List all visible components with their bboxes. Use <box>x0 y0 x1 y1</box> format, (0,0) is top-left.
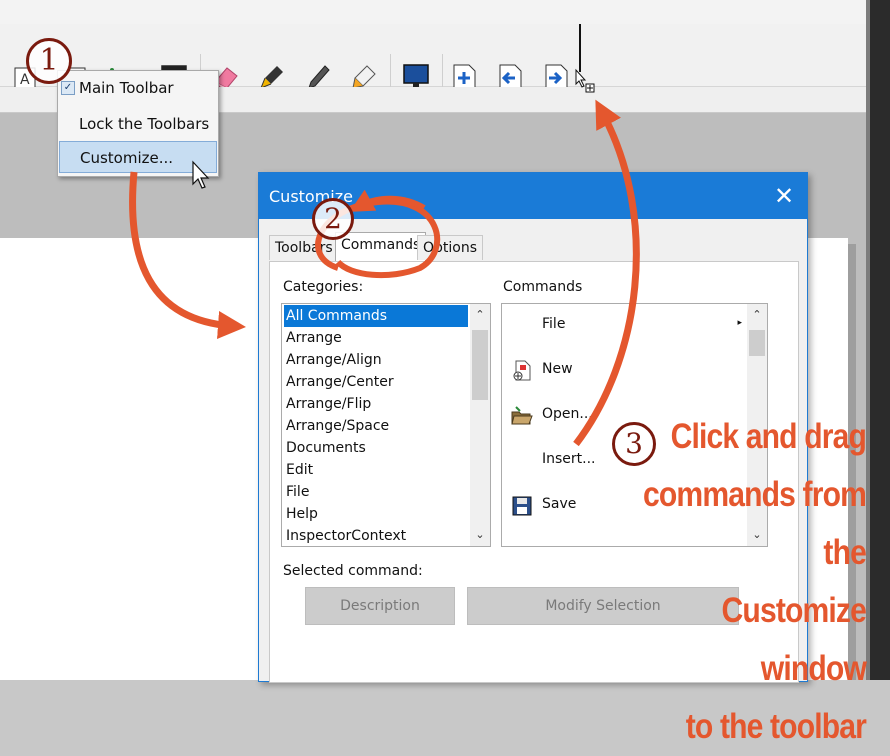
instruction-line: commands from the <box>643 475 867 572</box>
list-item[interactable]: Help <box>284 503 468 525</box>
command-label: Insert... <box>542 451 596 467</box>
commands-label: Commands <box>503 279 583 295</box>
checkmark-icon: ✓ <box>61 81 75 95</box>
instruction-line: Click and drag <box>670 417 867 456</box>
instruction-line: Customize window <box>721 591 867 688</box>
menu-item-label: Lock the Toolbars <box>79 115 210 133</box>
scroll-down-icon[interactable]: ⌄ <box>470 526 490 544</box>
save-disk-icon <box>512 496 532 516</box>
description-button[interactable]: Description <box>305 587 455 625</box>
step-2-badge: 2 <box>312 198 354 240</box>
list-item[interactable]: All Commands <box>284 305 468 327</box>
svg-text:A: A <box>20 72 30 88</box>
menu-item-main-toolbar[interactable]: ✓ Main Toolbar <box>59 72 217 104</box>
submenu-arrow-icon: ▸ <box>737 318 742 328</box>
command-label: Open... <box>542 406 593 422</box>
close-icon[interactable]: ✕ <box>767 181 801 211</box>
open-folder-icon <box>511 406 533 425</box>
instruction-text: Click and drag commands from the Customi… <box>627 408 867 756</box>
command-label: New <box>542 361 573 377</box>
menu-item-customize[interactable]: Customize... <box>59 141 217 173</box>
scroll-up-icon[interactable]: ⌃ <box>747 306 767 324</box>
window-top-strip <box>0 0 890 24</box>
list-item[interactable]: Arrange/Align <box>284 349 468 371</box>
list-item[interactable]: Edit <box>284 459 468 481</box>
menu-item-label: Customize... <box>80 149 174 167</box>
menu-item-label: Main Toolbar <box>79 79 174 97</box>
window-edge-dark <box>870 0 890 680</box>
list-item[interactable]: InspectorContext <box>284 525 468 546</box>
categories-list[interactable]: All Commands Arrange Arrange/Align Arran… <box>281 303 491 547</box>
instruction-line: to the toolbar <box>685 707 867 746</box>
command-item-file[interactable]: File ▸ <box>502 304 744 348</box>
categories-scrollbar[interactable]: ⌃ ⌄ <box>470 304 490 546</box>
list-item[interactable]: Documents <box>284 437 468 459</box>
toolbar-insert-marker <box>579 24 581 72</box>
scroll-thumb[interactable] <box>472 330 488 400</box>
list-item[interactable]: Arrange <box>284 327 468 349</box>
list-item[interactable]: Arrange/Center <box>284 371 468 393</box>
categories-label: Categories: <box>283 279 364 295</box>
tab-commands[interactable]: Commands <box>335 232 427 261</box>
menu-item-lock-toolbars[interactable]: Lock the Toolbars <box>59 108 217 140</box>
list-item[interactable]: File <box>284 481 468 503</box>
scroll-thumb[interactable] <box>749 330 765 356</box>
tab-options[interactable]: Options <box>417 235 484 260</box>
toolbar-context-menu: ✓ Main Toolbar Lock the Toolbars Customi… <box>57 70 219 177</box>
step-1-badge: 1 <box>26 38 72 84</box>
command-label: Save <box>542 496 577 512</box>
list-item[interactable]: Arrange/Space <box>284 415 468 437</box>
list-item[interactable]: Arrange/Flip <box>284 393 468 415</box>
command-item-new[interactable]: New <box>502 349 744 393</box>
new-document-icon <box>513 360 531 381</box>
selected-command-label: Selected command: <box>283 563 423 579</box>
scroll-up-icon[interactable]: ⌃ <box>470 306 490 324</box>
command-label: File <box>542 316 566 332</box>
